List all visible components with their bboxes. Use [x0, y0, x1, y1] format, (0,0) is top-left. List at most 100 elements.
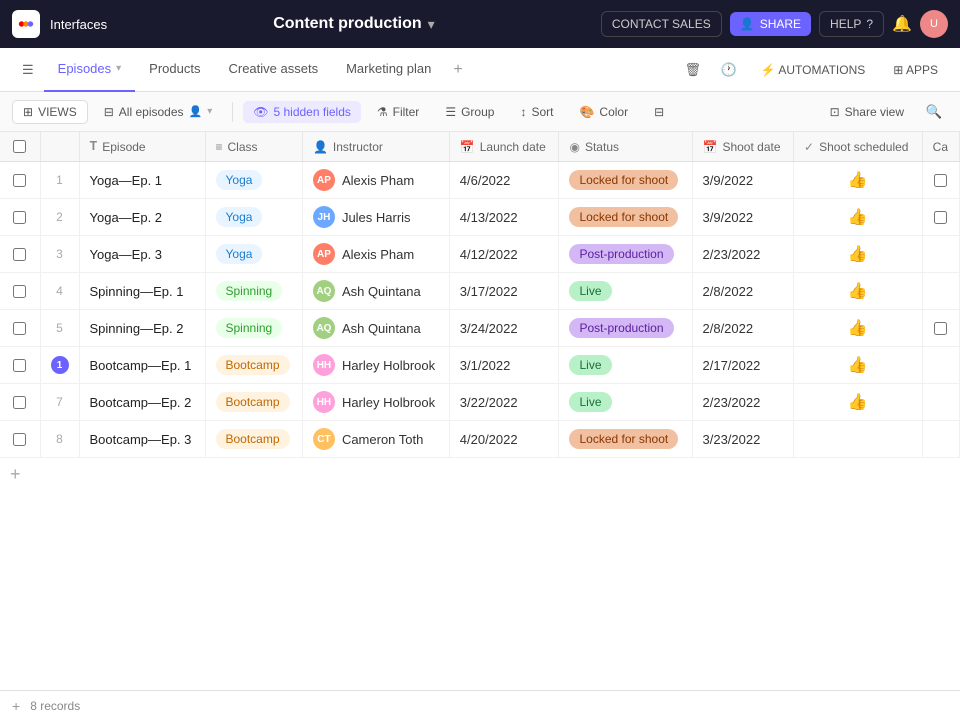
contact-sales-button[interactable]: CONTACT SALES [601, 11, 722, 37]
ca-cell[interactable] [922, 347, 959, 384]
class-cell[interactable]: Bootcamp [205, 421, 302, 458]
board-title-dropdown-icon[interactable]: ▾ [428, 16, 435, 33]
shoot-date-cell[interactable]: 2/8/2022 [692, 273, 794, 310]
episode-cell[interactable]: Bootcamp—Ep. 3 [79, 421, 205, 458]
shoot-scheduled-cell[interactable]: 👍 [794, 347, 923, 384]
shoot-date-cell[interactable]: 3/9/2022 [692, 199, 794, 236]
shoot-date-cell[interactable]: 3/23/2022 [692, 421, 794, 458]
ca-checkbox[interactable] [934, 322, 947, 335]
tab-creative-assets[interactable]: Creative assets [214, 48, 332, 92]
tab-episodes[interactable]: Episodes ▾ [44, 48, 136, 92]
status-cell[interactable]: Locked for shoot [559, 199, 692, 236]
launch-date-cell[interactable]: 4/6/2022 [449, 162, 559, 199]
color-button[interactable]: 🎨 Color [569, 101, 638, 123]
status-cell[interactable]: Live [559, 273, 692, 310]
sort-button[interactable]: ↕ Sort [510, 101, 563, 123]
delete-icon[interactable]: 🗑 [679, 56, 707, 84]
launch-date-cell[interactable]: 3/22/2022 [449, 384, 559, 421]
board-title[interactable]: Content production [273, 15, 421, 33]
instructor-cell[interactable]: AQ Ash Quintana [302, 310, 449, 347]
select-all-header[interactable] [0, 132, 40, 162]
episode-cell[interactable]: Yoga—Ep. 1 [79, 162, 205, 199]
episode-cell[interactable]: Spinning—Ep. 2 [79, 310, 205, 347]
ca-cell[interactable] [922, 273, 959, 310]
episode-header[interactable]: 𝐓 Episode [79, 132, 205, 162]
instructor-cell[interactable]: AQ Ash Quintana [302, 273, 449, 310]
class-cell[interactable]: Spinning [205, 273, 302, 310]
row-checkbox[interactable] [13, 359, 26, 372]
all-episodes-dropdown-icon[interactable]: ▾ [207, 106, 212, 117]
shoot-scheduled-header[interactable]: ✓ Shoot scheduled [794, 132, 923, 162]
shoot-scheduled-cell[interactable]: 👍 [794, 199, 923, 236]
shoot-date-cell[interactable]: 2/23/2022 [692, 236, 794, 273]
apps-button[interactable]: ⊞ APPS [883, 59, 948, 81]
class-cell[interactable]: Bootcamp [205, 347, 302, 384]
instructor-cell[interactable]: JH Jules Harris [302, 199, 449, 236]
episode-cell[interactable]: Yoga—Ep. 2 [79, 199, 205, 236]
group-button[interactable]: ☰ Group [435, 101, 504, 123]
share-button[interactable]: 👤 SHARE [730, 12, 811, 36]
sidebar-toggle[interactable]: ☰ [12, 56, 44, 84]
filter-button[interactable]: ⚗ Filter [367, 101, 429, 123]
row-checkbox[interactable] [13, 396, 26, 409]
row-checkbox[interactable] [13, 285, 26, 298]
class-cell[interactable]: Yoga [205, 162, 302, 199]
workspace-name[interactable]: Interfaces [50, 17, 107, 32]
shoot-scheduled-cell[interactable]: 👍 [794, 273, 923, 310]
row-checkbox[interactable] [13, 211, 26, 224]
add-row-button[interactable]: + [0, 458, 960, 491]
status-cell[interactable]: Post-production [559, 310, 692, 347]
launch-date-cell[interactable]: 4/20/2022 [449, 421, 559, 458]
row-height-button[interactable]: ⊟ [644, 101, 674, 123]
shoot-date-cell[interactable]: 2/17/2022 [692, 347, 794, 384]
status-header[interactable]: ◉ Status [559, 132, 692, 162]
shoot-scheduled-cell[interactable] [794, 421, 923, 458]
tab-episodes-dropdown[interactable]: ▾ [116, 63, 121, 74]
shoot-scheduled-cell[interactable]: 👍 [794, 384, 923, 421]
instructor-cell[interactable]: CT Cameron Toth [302, 421, 449, 458]
ca-cell[interactable] [922, 421, 959, 458]
status-cell[interactable]: Live [559, 384, 692, 421]
status-cell[interactable]: Live [559, 347, 692, 384]
ca-cell[interactable] [922, 236, 959, 273]
ca-cell[interactable] [922, 384, 959, 421]
class-cell[interactable]: Spinning [205, 310, 302, 347]
views-button[interactable]: ⊞ VIEWS [12, 100, 88, 124]
user-avatar[interactable]: U [920, 10, 948, 38]
launch-date-cell[interactable]: 3/1/2022 [449, 347, 559, 384]
add-tab-button[interactable]: + [445, 61, 470, 79]
hidden-fields-button[interactable]: 👁 5 hidden fields [243, 101, 361, 123]
notifications-icon[interactable]: 🔔 [892, 14, 912, 34]
instructor-cell[interactable]: AP Alexis Pham [302, 162, 449, 199]
episode-cell[interactable]: Bootcamp—Ep. 2 [79, 384, 205, 421]
status-cell[interactable]: Post-production [559, 236, 692, 273]
episode-cell[interactable]: Yoga—Ep. 3 [79, 236, 205, 273]
row-checkbox[interactable] [13, 322, 26, 335]
all-episodes-button[interactable]: ⊟ All episodes 👤 ▾ [94, 101, 223, 123]
history-icon[interactable]: 🕐 [715, 56, 743, 84]
ca-checkbox[interactable] [934, 211, 947, 224]
shoot-date-cell[interactable]: 3/9/2022 [692, 162, 794, 199]
shoot-date-cell[interactable]: 2/8/2022 [692, 310, 794, 347]
shoot-date-header[interactable]: 📅 Shoot date [692, 132, 794, 162]
bottom-add-button[interactable]: + [12, 698, 20, 714]
episode-cell[interactable]: Bootcamp—Ep. 1 [79, 347, 205, 384]
instructor-cell[interactable]: AP Alexis Pham [302, 236, 449, 273]
launch-date-cell[interactable]: 4/12/2022 [449, 236, 559, 273]
shoot-scheduled-cell[interactable]: 👍 [794, 236, 923, 273]
row-checkbox[interactable] [13, 174, 26, 187]
ca-checkbox[interactable] [934, 174, 947, 187]
help-button[interactable]: HELP ? [819, 11, 884, 37]
automations-button[interactable]: ⚡ AUTOMATIONS [751, 59, 876, 81]
share-view-button[interactable]: ⊡ Share view [820, 101, 914, 123]
ca-cell[interactable] [922, 310, 959, 347]
class-cell[interactable]: Yoga [205, 199, 302, 236]
class-cell[interactable]: Yoga [205, 236, 302, 273]
tab-marketing-plan[interactable]: Marketing plan [332, 48, 445, 92]
row-checkbox[interactable] [13, 248, 26, 261]
ca-cell[interactable] [922, 199, 959, 236]
select-all-checkbox[interactable] [13, 140, 26, 153]
status-cell[interactable]: Locked for shoot [559, 162, 692, 199]
row-checkbox[interactable] [13, 433, 26, 446]
launch-date-cell[interactable]: 4/13/2022 [449, 199, 559, 236]
